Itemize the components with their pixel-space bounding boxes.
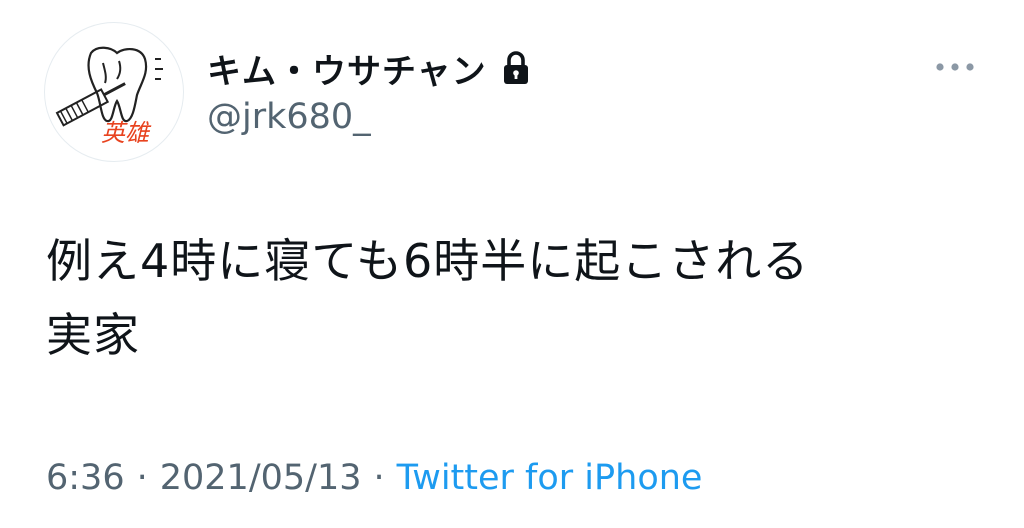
user-name-row: キム・ウサチャン [207,44,531,92]
lock-icon [501,50,531,86]
display-name[interactable]: キム・ウサチャン [207,44,487,93]
tweet-text: 例え4時に寝ても6時半に起こされる 実家 [46,224,986,372]
tweet-meta: 6:36 · 2021/05/13 · Twitter for iPhone [46,450,702,506]
tweet-text-line: 実家 [46,308,140,362]
avatar-stamp-text: 英雄 [101,119,152,147]
tweet-time[interactable]: 6:36 [46,458,125,498]
avatar[interactable]: 英雄 [44,22,184,162]
ellipsis-icon[interactable] [930,50,980,84]
tweet-card: 英雄 キム・ウサチャン @jrk680_ 例え4時に寝ても6時半に起こされる 実… [0,0,1024,528]
tweet-date[interactable]: 2021/05/13 [160,458,362,498]
tweet-text-line: 例え4時に寝ても6時半に起こされる [46,234,810,288]
avatar-drawing: 英雄 [55,46,163,147]
meta-separator: · [373,458,385,498]
meta-separator: · [136,458,148,498]
user-handle[interactable]: @jrk680_ [207,97,371,137]
tweet-source-link[interactable]: Twitter for iPhone [397,458,703,498]
